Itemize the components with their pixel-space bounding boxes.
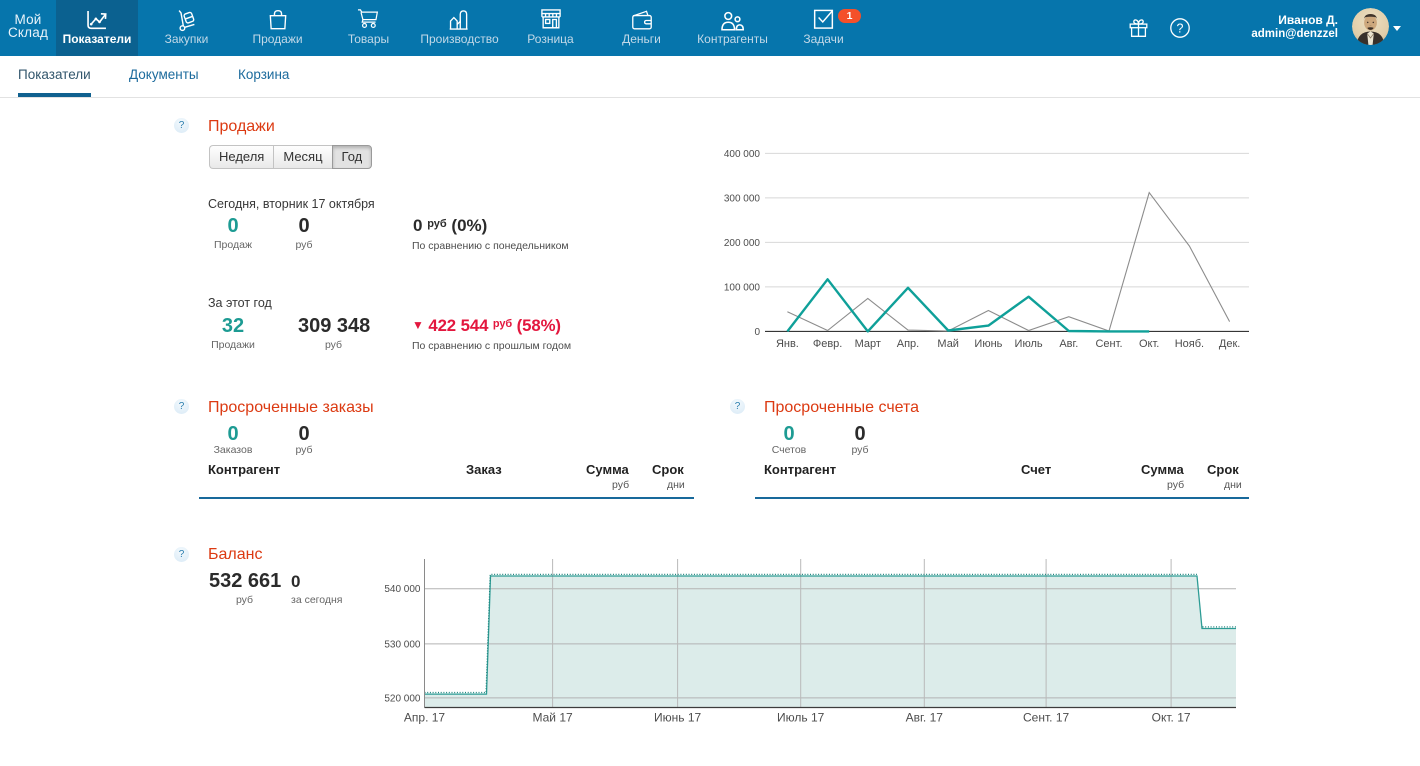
svg-text:Июнь 17: Июнь 17 [654, 711, 702, 725]
svg-text:Окт.: Окт. [1139, 338, 1159, 350]
svg-text:0: 0 [754, 327, 760, 338]
svg-text:Март: Март [855, 338, 881, 350]
svg-text:540 000: 540 000 [384, 584, 421, 595]
svg-text:Июль 17: Июль 17 [777, 711, 825, 725]
svg-text:Сент.: Сент. [1095, 338, 1122, 350]
svg-text:300 000: 300 000 [724, 193, 761, 204]
svg-text:Апр. 17: Апр. 17 [404, 711, 446, 725]
svg-text:520 000: 520 000 [384, 693, 421, 704]
svg-text:Авг. 17: Авг. 17 [906, 711, 944, 725]
svg-text:200 000: 200 000 [724, 238, 761, 249]
svg-text:Нояб.: Нояб. [1175, 338, 1204, 350]
svg-text:Янв.: Янв. [776, 338, 799, 350]
svg-text:Май 17: Май 17 [532, 711, 573, 725]
svg-text:Дек.: Дек. [1219, 338, 1240, 350]
svg-text:Окт. 17: Окт. 17 [1152, 711, 1191, 725]
svg-text:Авг.: Авг. [1059, 338, 1078, 350]
svg-text:Сент. 17: Сент. 17 [1023, 711, 1069, 725]
svg-text:?: ? [1177, 21, 1184, 35]
svg-text:100 000: 100 000 [724, 282, 761, 293]
svg-text:530 000: 530 000 [384, 639, 421, 650]
svg-text:400 000: 400 000 [724, 149, 761, 160]
svg-text:Июль: Июль [1015, 338, 1043, 350]
svg-text:Февр.: Февр. [813, 338, 843, 350]
svg-text:Апр.: Апр. [897, 338, 919, 350]
svg-text:Июнь: Июнь [974, 338, 1002, 350]
svg-text:Май: Май [937, 338, 959, 350]
